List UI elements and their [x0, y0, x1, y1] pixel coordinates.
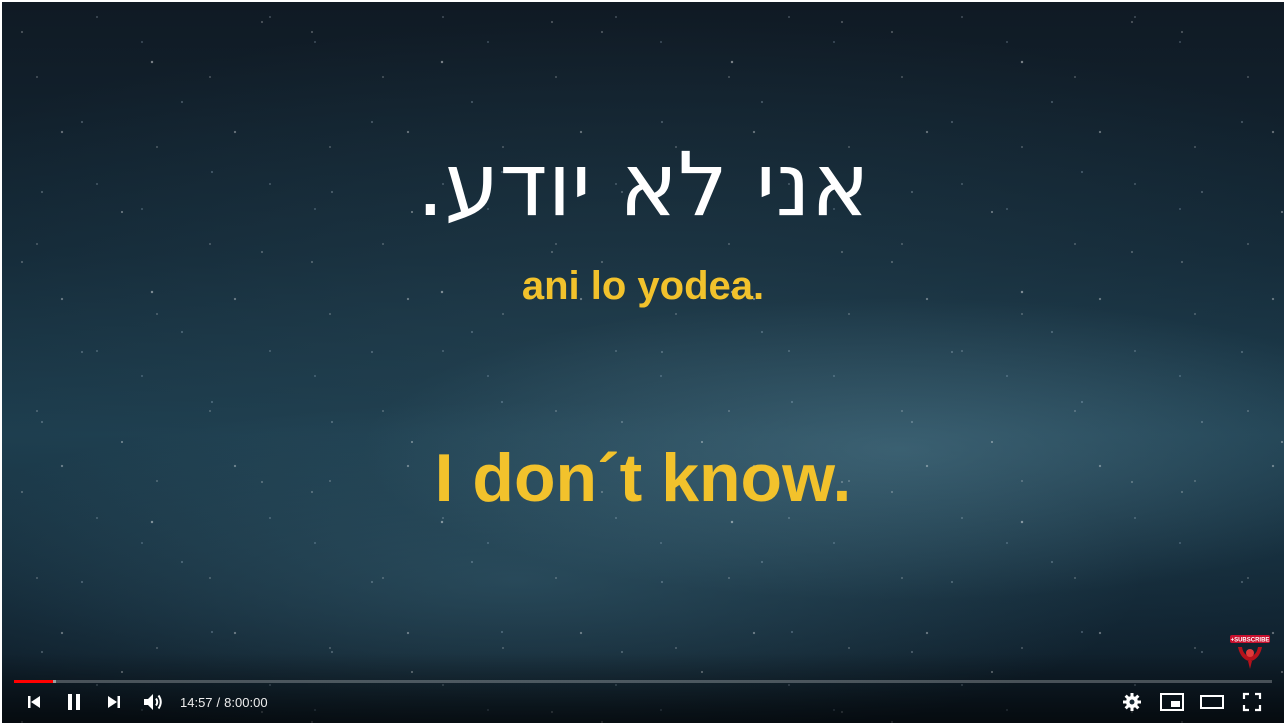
hebrew-caption: אני לא יודע.	[416, 133, 870, 236]
pause-button[interactable]	[54, 685, 94, 719]
settings-icon	[1123, 693, 1141, 711]
subscribe-watermark[interactable]: +SUBSCRIBE	[1230, 633, 1270, 671]
volume-button[interactable]	[134, 685, 174, 719]
time-display: 14:57 / 8:00:00	[180, 695, 268, 710]
subscribe-watermark-icon: +SUBSCRIBE	[1230, 635, 1270, 669]
player-controls: 14:57 / 8:00:00	[14, 685, 1272, 719]
duration: 8:00:00	[224, 694, 268, 710]
volume-icon	[144, 694, 162, 710]
subscribe-badge-text: +SUBSCRIBE	[1231, 638, 1270, 644]
time-separator: /	[216, 694, 221, 710]
pause-icon	[68, 694, 80, 710]
fullscreen-button[interactable]	[1232, 685, 1272, 719]
video-frame[interactable]: אני לא יודע. ani lo yodea. I don´t know.	[2, 2, 1284, 723]
progress-played	[14, 680, 53, 683]
next-button[interactable]	[94, 685, 134, 719]
fullscreen-icon	[1242, 692, 1262, 712]
transliteration-caption: ani lo yodea.	[521, 264, 765, 308]
previous-icon	[28, 696, 40, 708]
controls-left: 14:57 / 8:00:00	[14, 685, 268, 719]
progress-bar[interactable]	[14, 680, 1272, 683]
previous-button[interactable]	[14, 685, 54, 719]
settings-button[interactable]	[1112, 685, 1152, 719]
starfield-background-layer	[2, 2, 1284, 723]
video-player[interactable]: אני לא יודע. ani lo yodea. I don´t know.…	[2, 2, 1284, 723]
theater-mode-button[interactable]	[1192, 685, 1232, 719]
english-caption: I don´t know.	[434, 440, 852, 516]
current-time: 14:57	[180, 694, 213, 710]
next-icon	[108, 696, 120, 708]
theater-mode-icon	[1200, 695, 1224, 709]
miniplayer-button[interactable]	[1152, 685, 1192, 719]
controls-right	[1112, 685, 1272, 719]
miniplayer-icon	[1160, 693, 1184, 711]
